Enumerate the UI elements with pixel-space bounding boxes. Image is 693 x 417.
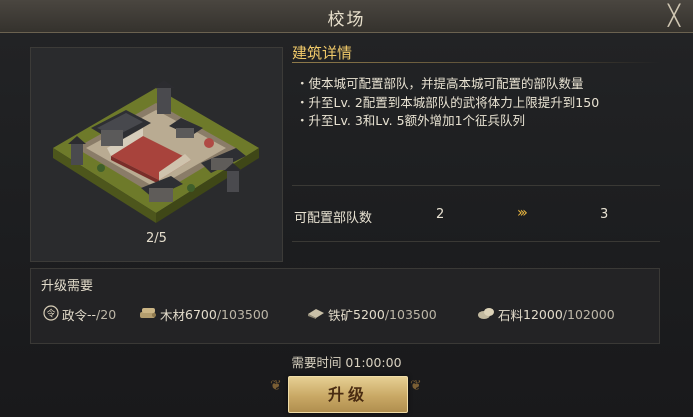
wood-icon: [139, 306, 157, 323]
title-bar: 校场 ╳: [0, 0, 693, 33]
wood-current: 6700: [185, 307, 217, 322]
decree-current: --: [87, 307, 97, 322]
drill-ground-building-image: [53, 80, 259, 223]
iron-ore-icon: [307, 306, 325, 323]
requirement-decree: 令 政令 -- /20: [43, 305, 116, 324]
right-ornament-icon: ❦: [410, 378, 422, 394]
stat-next: 3: [600, 207, 609, 222]
iron-max: /103500: [384, 307, 437, 322]
detail-line-1: ・使本城可配置部队，并提高本城可配置的部队数量: [296, 76, 584, 91]
requirement-iron: 铁矿 5200 /103500: [307, 305, 437, 324]
requirements-box: 升级需要 令 政令 -- /20 木材 6700 /103500 铁矿 5200…: [30, 268, 660, 344]
stat-current: 2: [436, 207, 445, 222]
heading-divider: [292, 62, 660, 63]
wood-label: 木材: [160, 308, 186, 323]
left-ornament-icon: ❦: [270, 378, 282, 394]
building-level: 2/5: [146, 231, 167, 246]
decree-max: /20: [96, 307, 117, 322]
requirement-wood: 木材 6700 /103500: [139, 305, 269, 324]
stat-divider-bottom: [292, 241, 660, 242]
stone-icon: [477, 306, 495, 323]
stone-current: 12000: [523, 307, 563, 322]
stone-label: 石料: [498, 308, 524, 323]
upgrade-button[interactable]: 升级: [288, 376, 408, 413]
building-panel: 校场 ╳ 2/5 建筑详情 ・使本城可配置部队，并提高本城可配置的部队数量 ・升…: [0, 0, 693, 417]
stat-divider-top: [292, 185, 660, 186]
stone-max: /102000: [562, 307, 615, 322]
iron-current: 5200: [353, 307, 385, 322]
iron-label: 铁矿: [328, 308, 354, 323]
detail-line-3: ・升至Lv. 3和Lv. 5额外增加1个征兵队列: [296, 113, 526, 128]
requirements-title: 升级需要: [41, 279, 94, 294]
decree-icon: 令: [43, 305, 59, 324]
requirement-stone: 石料 12000 /102000: [477, 305, 615, 324]
window-title: 校场: [327, 10, 366, 30]
details-heading: 建筑详情: [292, 44, 353, 62]
decree-label: 政令: [62, 308, 88, 323]
upgrade-arrow-icon: ›››: [517, 205, 528, 221]
stat-label: 可配置部队数: [294, 211, 373, 226]
building-preview: 2/5: [30, 47, 283, 262]
wood-max: /103500: [216, 307, 269, 322]
detail-line-2: ・升至Lv. 2配置到本城部队的武将体力上限提升到150: [296, 95, 600, 110]
svg-text:令: 令: [46, 308, 55, 320]
required-time: 需要时间 01:00:00: [291, 355, 402, 370]
close-icon[interactable]: ╳: [661, 2, 687, 28]
